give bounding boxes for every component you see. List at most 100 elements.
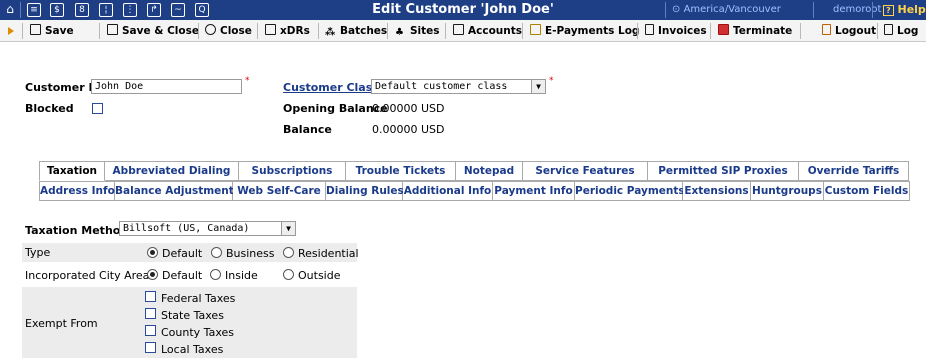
city-outside-label: Outside xyxy=(298,269,341,282)
tab-additional-info[interactable]: Additional Info xyxy=(403,182,493,201)
type-business-radio[interactable] xyxy=(211,247,222,258)
separator xyxy=(318,23,319,39)
tab-notepad[interactable]: Notepad xyxy=(456,162,523,181)
home-icon[interactable]: ⌂ xyxy=(3,3,17,17)
epayments-label: E-Payments Log xyxy=(545,25,640,37)
tab-web-self-care[interactable]: Web Self-Care xyxy=(233,182,326,201)
tab-permitted-sip-proxies[interactable]: Permitted SIP Proxies xyxy=(648,162,799,181)
save-close-button[interactable]: Save & Close xyxy=(107,23,199,39)
batches-button[interactable]: ⁂ Batches xyxy=(325,23,387,39)
invoices-label: Invoices xyxy=(658,25,707,37)
help-label: Help xyxy=(897,3,926,16)
invoices-button[interactable]: Invoices xyxy=(645,23,707,39)
chevron-down-icon: ▼ xyxy=(281,222,295,235)
batches-icon: ⁂ xyxy=(325,27,336,38)
tab-huntgroups[interactable]: Huntgroups xyxy=(751,182,824,201)
page-title: Edit Customer 'John Doe' xyxy=(372,2,554,17)
tab-trouble-tickets[interactable]: Trouble Tickets xyxy=(346,162,456,181)
epayments-log-button[interactable]: E-Payments Log xyxy=(530,23,639,39)
separator xyxy=(710,23,711,39)
taxation-method-select[interactable]: Billsoft (US, Canada) ▼ xyxy=(119,221,296,236)
type-default-label: Default xyxy=(162,247,203,260)
state-taxes-checkbox[interactable] xyxy=(145,308,156,319)
federal-taxes-checkbox[interactable] xyxy=(145,291,156,302)
city-inside-label: Inside xyxy=(225,269,258,282)
search-icon[interactable]: Q xyxy=(195,3,209,17)
tab-periodic-payments[interactable]: Periodic Payments xyxy=(575,182,685,201)
tab-balance-adjustments[interactable]: Balance Adjustments xyxy=(115,182,240,201)
terminate-button[interactable]: Terminate xyxy=(718,23,792,39)
chevron-down-icon: ▼ xyxy=(531,80,545,93)
tab-override-tariffs[interactable]: Override Tariffs xyxy=(799,162,909,181)
separator xyxy=(813,2,814,18)
type-residential-radio[interactable] xyxy=(283,247,294,258)
timezone-text: America/Vancouver xyxy=(683,4,781,15)
menu-icon[interactable]: ≡ xyxy=(27,3,41,17)
tab-row-2: Address Info Balance Adjustments Web Sel… xyxy=(39,181,910,201)
xdrs-button[interactable]: xDRs xyxy=(265,23,310,39)
blocked-label: Blocked xyxy=(25,102,74,115)
close-button[interactable]: Close xyxy=(205,23,252,39)
tab-address-info[interactable]: Address Info xyxy=(39,182,115,201)
users-icon[interactable]: 8 xyxy=(75,3,89,17)
terminate-icon xyxy=(718,24,729,35)
county-taxes-label: County Taxes xyxy=(161,326,234,339)
balance-value: 0.00000 USD xyxy=(372,123,445,136)
balance-label: Balance xyxy=(283,123,332,136)
accounts-label: Accounts xyxy=(468,25,523,37)
required-marker: * xyxy=(245,76,250,86)
timezone-link[interactable]: ⊙ America/Vancouver xyxy=(672,4,781,15)
list-icon xyxy=(265,24,276,35)
routing-icon[interactable]: ↱ xyxy=(147,3,161,17)
tab-abbreviated-dialing[interactable]: Abbreviated Dialing xyxy=(105,162,239,181)
sites-label: Sites xyxy=(410,25,440,37)
city-default-radio[interactable] xyxy=(147,269,158,280)
separator xyxy=(800,23,801,39)
hierarchy-icon[interactable]: ¦ xyxy=(99,3,113,17)
separator xyxy=(522,23,523,39)
tab-dialing-rules[interactable]: Dialing Rules xyxy=(326,182,404,201)
taxation-method-value: Billsoft (US, Canada) xyxy=(123,223,250,234)
close-icon xyxy=(205,24,216,35)
separator xyxy=(20,2,21,18)
user-name[interactable]: demoroot xyxy=(833,4,881,15)
tab-custom-fields[interactable]: Custom Fields xyxy=(824,182,910,201)
tab-row-1: Taxation Abbreviated Dialing Subscriptio… xyxy=(39,161,909,181)
sites-button[interactable]: ♣ Sites xyxy=(395,23,440,39)
help-icon: ? xyxy=(883,5,894,16)
blocked-checkbox[interactable] xyxy=(92,103,103,114)
stats-icon[interactable]: ~ xyxy=(171,3,185,17)
accounts-button[interactable]: Accounts xyxy=(453,23,522,39)
customer-class-link[interactable]: Customer Class xyxy=(283,81,379,94)
save-label: Save xyxy=(45,25,74,37)
county-taxes-checkbox[interactable] xyxy=(145,325,156,336)
incorporated-city-label: Incorporated City Area xyxy=(25,269,150,282)
tab-extensions[interactable]: Extensions xyxy=(683,182,751,201)
customer-class-select[interactable]: Default customer class ▼ xyxy=(371,79,546,94)
sites-icon: ♣ xyxy=(395,27,404,38)
tab-payment-info[interactable]: Payment Info xyxy=(493,182,575,201)
local-taxes-checkbox[interactable] xyxy=(145,342,156,353)
arrow-icon xyxy=(8,27,14,35)
customer-id-input[interactable]: John Doe xyxy=(91,79,242,94)
save-button[interactable]: Save xyxy=(30,23,74,39)
type-default-radio[interactable] xyxy=(147,247,158,258)
city-inside-radio[interactable] xyxy=(210,269,221,280)
close-label: Close xyxy=(220,25,252,37)
tab-subscriptions[interactable]: Subscriptions xyxy=(239,162,346,181)
log-button[interactable]: Log xyxy=(884,23,918,39)
logout-label: Logout xyxy=(835,25,877,37)
floppy-icon xyxy=(107,24,118,35)
logout-button[interactable]: Logout xyxy=(822,23,876,39)
required-marker: * xyxy=(549,76,554,86)
logout-icon xyxy=(822,24,831,35)
city-outside-radio[interactable] xyxy=(283,269,294,280)
federal-taxes-label: Federal Taxes xyxy=(161,292,236,305)
tab-taxation[interactable]: Taxation xyxy=(39,162,105,181)
help-link[interactable]: ? Help xyxy=(883,3,926,16)
network-icon[interactable]: ⋮ xyxy=(123,3,137,17)
tab-service-features[interactable]: Service Features xyxy=(523,162,648,181)
dollar-icon[interactable]: $ xyxy=(50,3,64,17)
customer-class-value: Default customer class xyxy=(375,81,508,92)
separator xyxy=(22,23,23,39)
